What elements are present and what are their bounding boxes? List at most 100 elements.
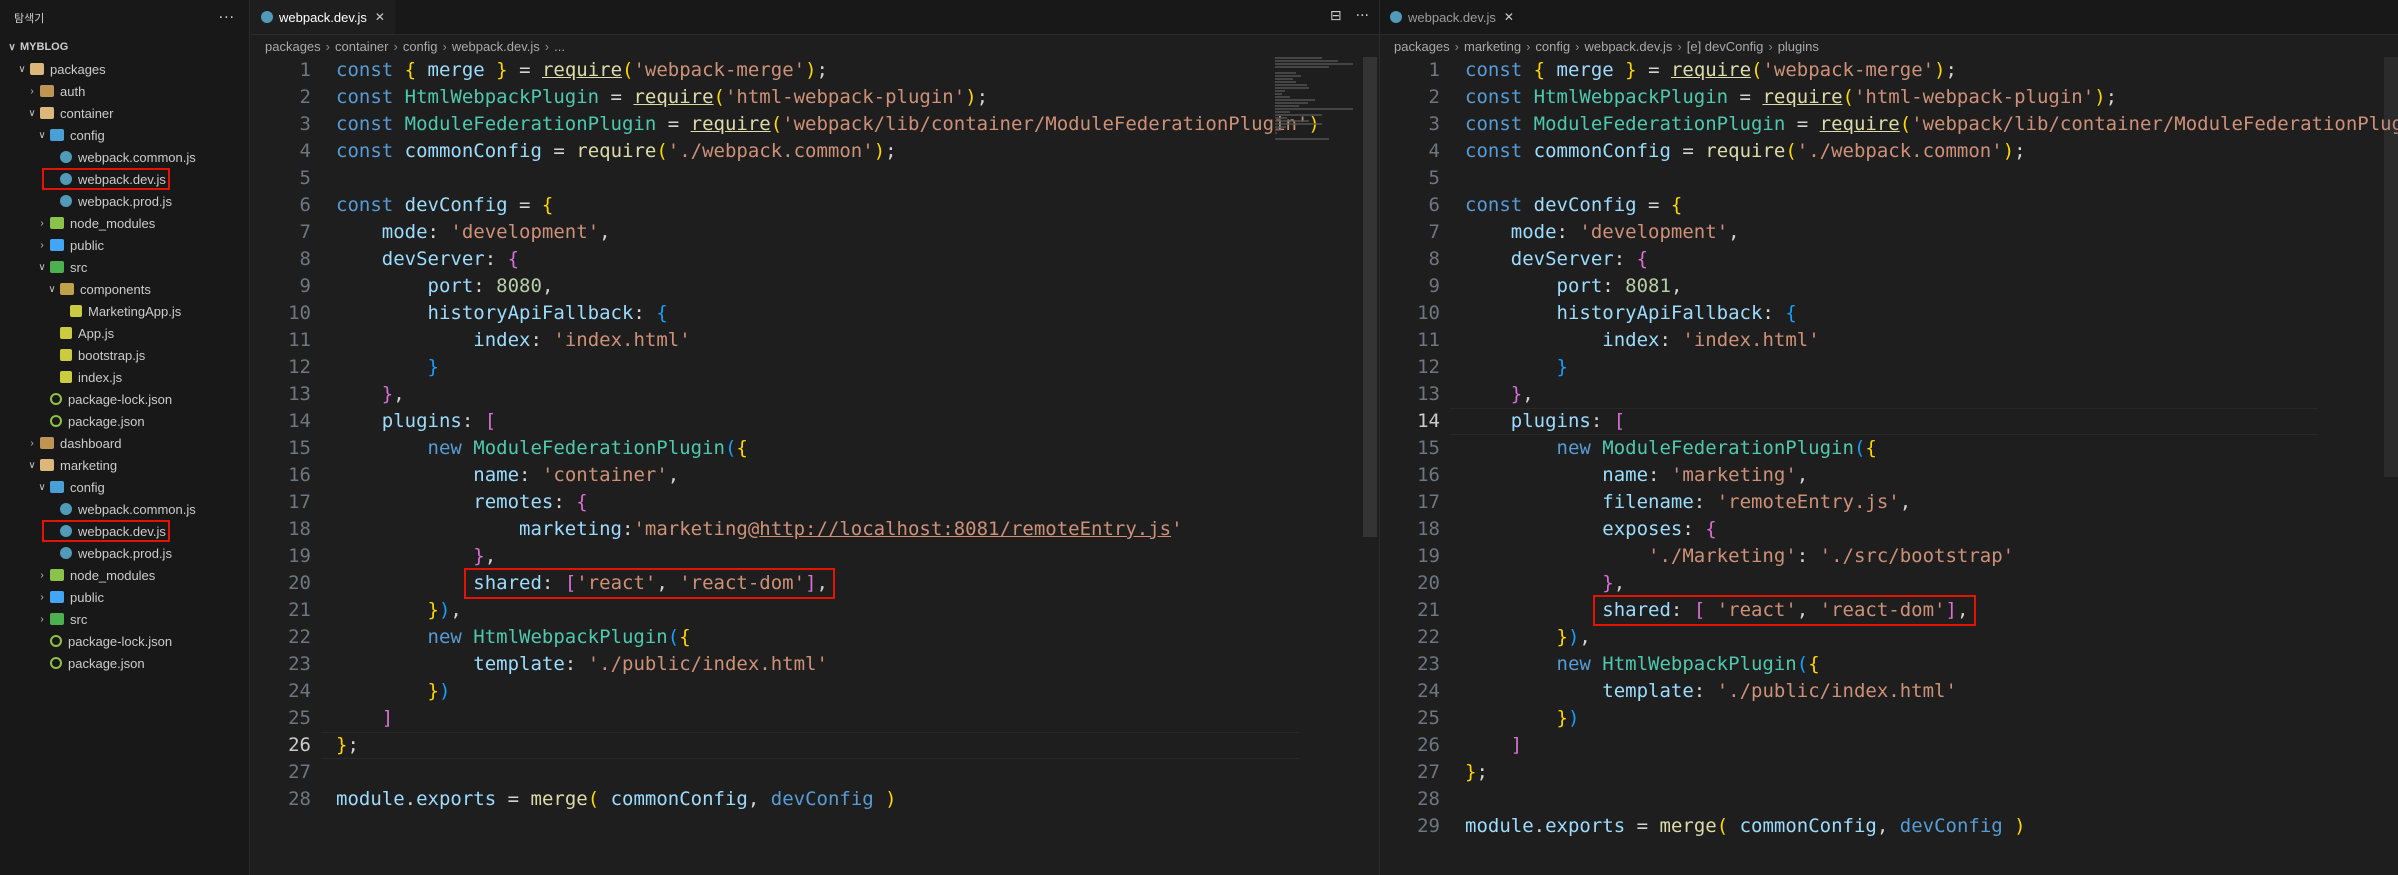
tree-file-item[interactable]: webpack.prod.js (0, 542, 249, 564)
tree-file-item[interactable]: package-lock.json (0, 388, 249, 410)
line-source: const { merge } = require('webpack-merge… (1465, 57, 1957, 84)
tree-folder-item[interactable]: ∨ MYBLOG (0, 36, 249, 58)
tree-item-label: package.json (68, 655, 145, 671)
code-token: } (1556, 707, 1568, 729)
tree-folder-item[interactable]: › auth (0, 80, 249, 102)
vertical-scrollbar[interactable] (2384, 57, 2398, 477)
tree-file-item[interactable]: package-lock.json (0, 630, 249, 652)
tree-item-label: public (70, 589, 104, 605)
code-token: ) (873, 140, 886, 162)
line-source: devServer: { (1465, 246, 1648, 273)
breadcrumb-item[interactable]: webpack.dev.js (452, 39, 540, 54)
tree-folder-item[interactable]: › node_modules (0, 212, 249, 234)
split-editor-icon[interactable]: ⊟ (1330, 8, 1342, 24)
tree-file-item[interactable]: webpack.dev.js (0, 168, 249, 190)
tree-file-item[interactable]: index.js (0, 366, 249, 388)
line-source: const { merge } = require('webpack-merge… (336, 57, 828, 84)
tree-folder-item[interactable]: ∨ config (0, 476, 249, 498)
tree-file-item[interactable]: package.json (0, 652, 249, 674)
code-token: require (1762, 86, 1843, 108)
code-token: require (1670, 59, 1752, 81)
breadcrumb-item[interactable]: packages (265, 39, 321, 54)
line-number: 15 (288, 437, 311, 459)
tree-folder-item[interactable]: ∨ packages (0, 58, 249, 80)
code-token: name (473, 464, 520, 486)
tree-file-item[interactable]: App.js (0, 322, 249, 344)
line-source: './Marketing': './src/bootstrap' (1465, 543, 2014, 570)
breadcrumb-item[interactable]: plugins (1778, 39, 1819, 54)
breadcrumb-item[interactable]: config (403, 39, 438, 54)
line-number: 12 (288, 356, 311, 378)
close-tab-icon[interactable]: ✕ (375, 10, 385, 24)
breadcrumb-item[interactable]: [e] devConfig (1687, 39, 1764, 54)
code-token: : (1693, 491, 1717, 513)
code-editor[interactable]: 1 const { merge } = require('webpack-merg… (1380, 57, 2398, 875)
code-token: = (1648, 194, 1671, 216)
more-actions-icon[interactable]: ··· (219, 10, 235, 26)
line-number: 27 (1417, 761, 1440, 783)
code-token: = (1648, 59, 1671, 81)
tree-file-item[interactable]: webpack.dev.js (0, 520, 249, 542)
minimap[interactable] (1275, 57, 1355, 177)
minimap-line (1275, 84, 1307, 86)
breadcrumb-item[interactable]: config (1535, 39, 1570, 54)
more-actions-icon[interactable]: ··· (1356, 8, 1369, 24)
line-number: 6 (1428, 194, 1440, 216)
tree-item-label: index.js (78, 369, 123, 385)
line-source: } (1465, 354, 1568, 381)
tree-file-item[interactable]: MarketingApp.js (0, 300, 249, 322)
folder-icon (40, 85, 54, 97)
code-token: { (1808, 653, 1820, 675)
line-source: }, (1465, 381, 1534, 408)
breadcrumb-separator-icon: › (1768, 38, 1773, 54)
tree-file-item[interactable]: package.json (0, 410, 249, 432)
tree-file-item[interactable]: webpack.common.js (0, 146, 249, 168)
tree-folder-item[interactable]: › node_modules (0, 564, 249, 586)
code-token: HtmlWebpackPlugin (473, 626, 668, 648)
chevron-down-icon: ∨ (38, 481, 46, 493)
folder-icon (30, 63, 44, 75)
code-line: 1 const { merge } = require('webpack-merg… (251, 57, 1379, 84)
tree-folder-item[interactable]: ∨ src (0, 256, 249, 278)
breadcrumb-item[interactable]: webpack.dev.js (1584, 39, 1672, 54)
code-token: , (1613, 572, 1626, 594)
close-tab-icon[interactable]: ✕ (1504, 10, 1514, 24)
tree-folder-item[interactable]: ∨ components (0, 278, 249, 300)
code-token: } (427, 356, 439, 378)
line-source: }, (1465, 570, 1625, 597)
code-editor[interactable]: 1 const { merge } = require('webpack-merg… (251, 57, 1379, 875)
tab-webpack-dev-js[interactable]: webpack.dev.js ✕ (1380, 0, 1524, 34)
code-token: : (1762, 302, 1786, 324)
code-token: } (473, 545, 485, 567)
breadcrumb-item[interactable]: container (335, 39, 388, 54)
code-line: 22 }), (1380, 624, 2398, 651)
minimap-line (1275, 114, 1323, 116)
tree-item-label: package-lock.json (68, 633, 173, 649)
tree-folder-item[interactable]: ∨ marketing (0, 454, 249, 476)
tree-folder-item[interactable]: › public (0, 234, 249, 256)
tree-file-item[interactable]: webpack.common.js (0, 498, 249, 520)
code-token: merge (427, 59, 497, 81)
tree-folder-item[interactable]: › src (0, 608, 249, 630)
code-token: exports (1545, 815, 1637, 837)
vertical-scrollbar[interactable] (1363, 57, 1377, 537)
breadcrumb-item[interactable]: packages (1394, 39, 1450, 54)
tree-folder-item[interactable]: ∨ config (0, 124, 249, 146)
breadcrumb-item[interactable]: marketing (1464, 39, 1521, 54)
tree-item-label: webpack.dev.js (78, 171, 166, 187)
line-number: 7 (299, 221, 311, 243)
tree-file-item[interactable]: bootstrap.js (0, 344, 249, 366)
tree-folder-item[interactable]: › public (0, 586, 249, 608)
line-number: 14 (288, 410, 311, 432)
code-token: ) (885, 788, 897, 810)
tree-file-item[interactable]: webpack.prod.js (0, 190, 249, 212)
breadcrumb: packages › marketing › config › webpack.dev.js… (1380, 35, 2398, 57)
code-token: 'index.html' (553, 329, 691, 351)
code-token: ( (1853, 437, 1866, 459)
breadcrumb-item[interactable]: ... (554, 39, 565, 54)
tree-folder-item[interactable]: › dashboard (0, 432, 249, 454)
tab-webpack-dev-js[interactable]: webpack.dev.js ✕ (251, 0, 395, 34)
tree-folder-item[interactable]: ∨ container (0, 102, 249, 124)
